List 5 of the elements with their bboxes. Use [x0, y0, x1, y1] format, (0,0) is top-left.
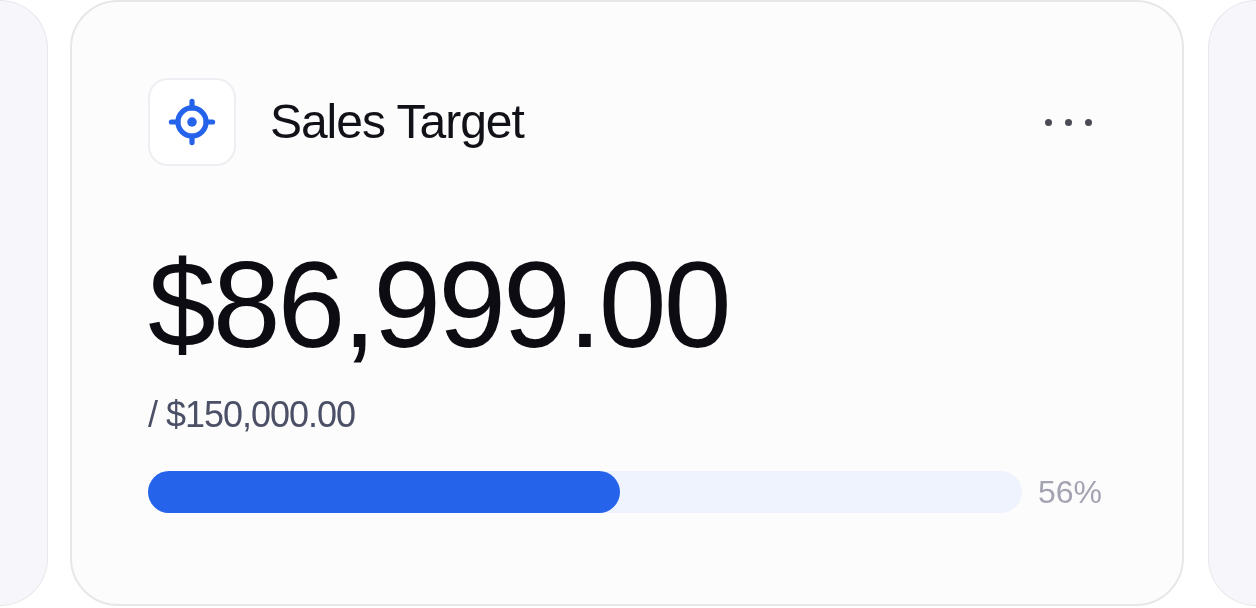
progress-percent: 56%	[1037, 473, 1102, 512]
card-title: Sales Target	[269, 94, 524, 150]
sales-amount: $86,999.00	[147, 244, 729, 366]
target-icon	[147, 78, 236, 166]
target-amount: / $150,000.00	[147, 393, 356, 437]
